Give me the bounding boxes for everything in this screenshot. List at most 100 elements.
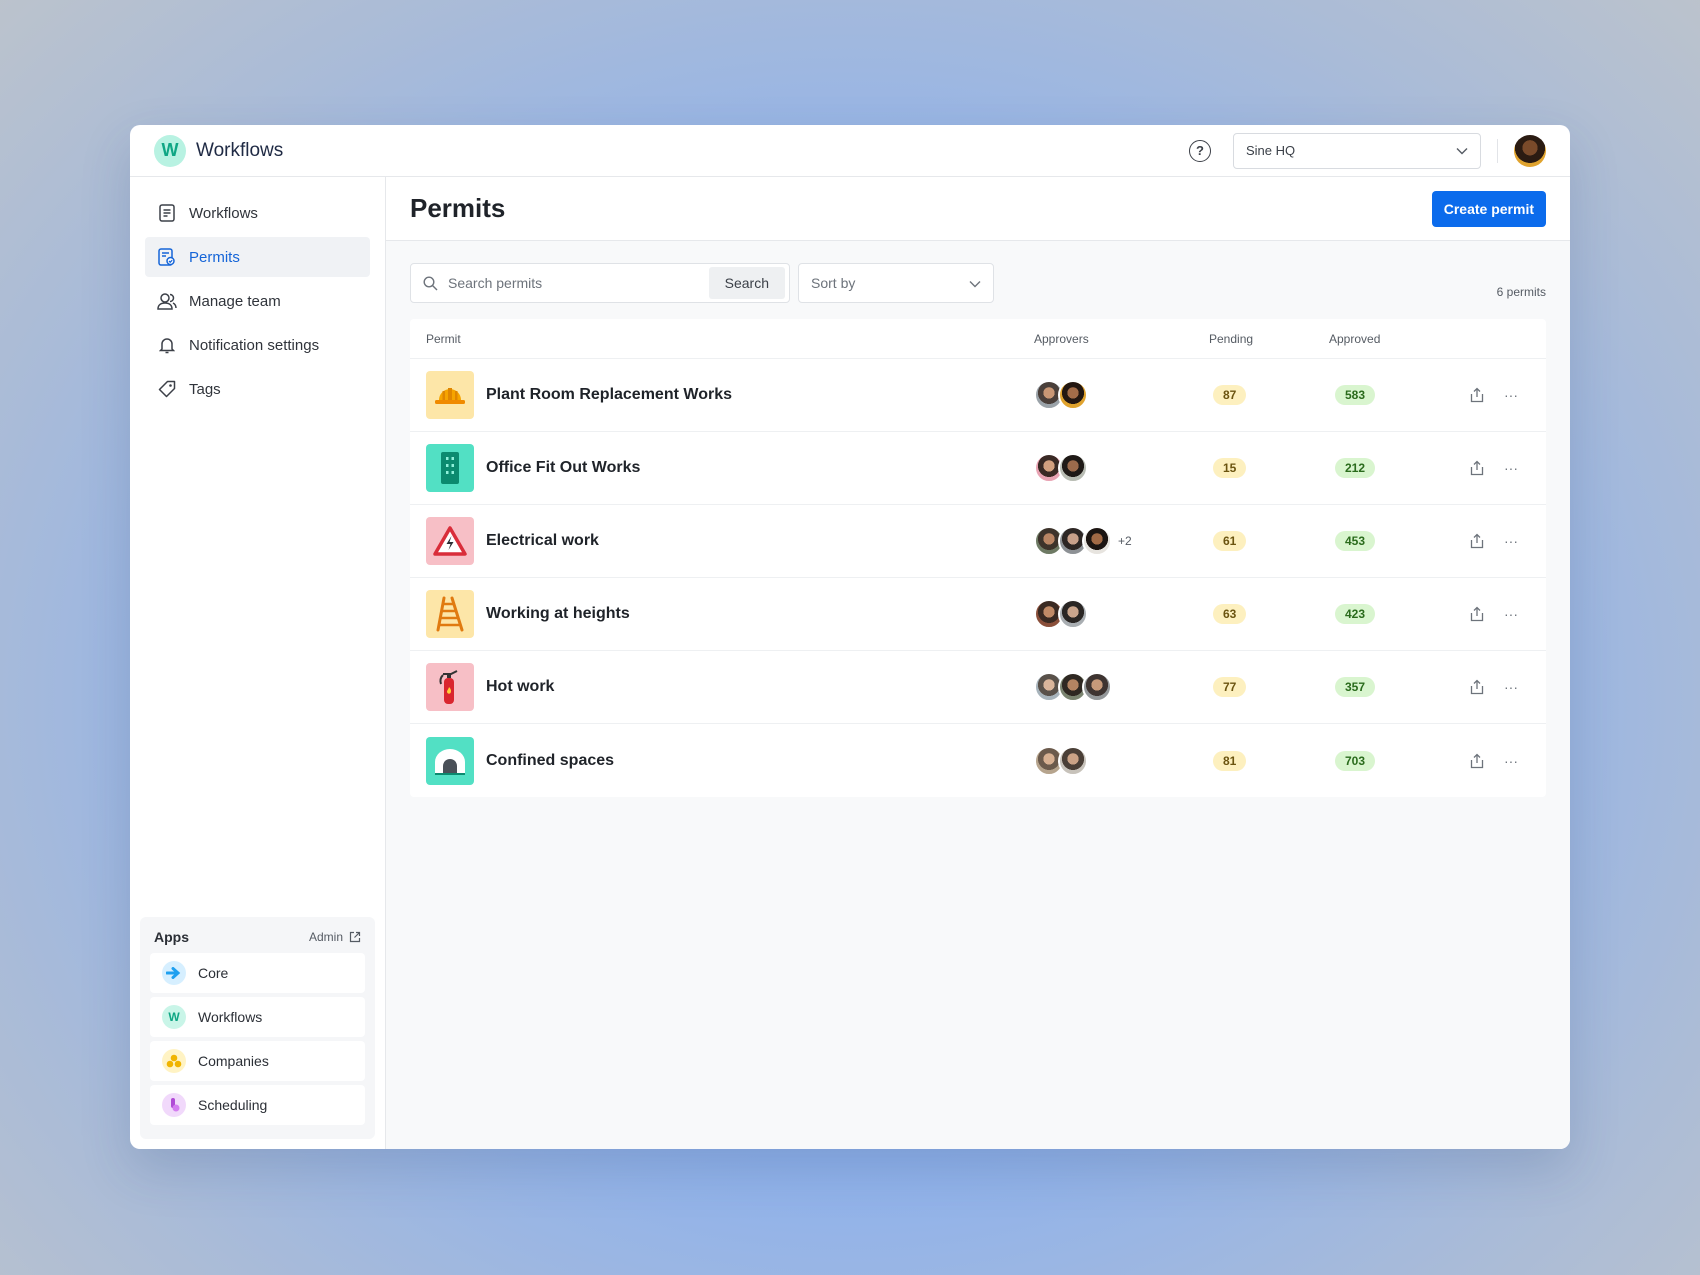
- sidebar-item-tags[interactable]: Tags: [145, 369, 370, 409]
- electrical-warning-icon: [426, 517, 474, 565]
- org-select-value: Sine HQ: [1246, 143, 1296, 158]
- create-permit-button[interactable]: Create permit: [1431, 190, 1546, 227]
- permit-icon: [157, 247, 177, 267]
- permit-name[interactable]: Working at heights: [486, 605, 630, 623]
- table-row[interactable]: Plant Room Replacement Works 87 583 ···: [410, 359, 1546, 432]
- permit-name[interactable]: Office Fit Out Works: [486, 459, 640, 477]
- approved-count-badge: 357: [1335, 677, 1376, 697]
- permit-name[interactable]: Hot work: [486, 678, 554, 696]
- permit-name[interactable]: Confined spaces: [486, 752, 614, 770]
- sidebar-item-permits[interactable]: Permits: [145, 237, 370, 277]
- more-options-icon[interactable]: ···: [1504, 753, 1518, 769]
- app-item-workflows[interactable]: W Workflows: [150, 997, 365, 1037]
- search-button[interactable]: Search: [708, 267, 785, 299]
- approvers-group[interactable]: [1034, 599, 1209, 629]
- column-header-approved: Approved: [1329, 331, 1381, 346]
- tunnel-icon: [426, 736, 474, 785]
- sidebar-item-notification-settings[interactable]: Notification settings: [145, 325, 370, 365]
- permit-count: 6 permits: [1496, 285, 1546, 299]
- permit-name[interactable]: Plant Room Replacement Works: [486, 386, 732, 404]
- share-icon[interactable]: [1470, 753, 1484, 769]
- filter-bar: Search Sort by 6 permits: [386, 241, 1570, 303]
- core-app-icon: [162, 961, 186, 985]
- search-input[interactable]: [448, 275, 709, 291]
- pending-count-badge: 87: [1213, 385, 1247, 405]
- pending-count-badge: 81: [1213, 750, 1247, 771]
- sort-select-placeholder: Sort by: [811, 275, 856, 291]
- sidebar-item-label: Notification settings: [189, 336, 320, 354]
- pending-count-badge: 63: [1213, 604, 1247, 624]
- share-icon[interactable]: [1470, 606, 1484, 622]
- avatar: [1082, 526, 1112, 556]
- app-item-core[interactable]: Core: [150, 953, 365, 993]
- brand-name: Workflows: [196, 139, 284, 161]
- table-row[interactable]: Working at heights 63 423 ···: [410, 578, 1546, 651]
- sidebar-item-label: Tags: [189, 380, 221, 398]
- fire-extinguisher-icon: [426, 663, 474, 711]
- help-icon[interactable]: ?: [1189, 139, 1211, 162]
- share-icon[interactable]: [1470, 460, 1484, 476]
- avatar: [1082, 672, 1112, 702]
- share-icon[interactable]: [1470, 533, 1484, 549]
- external-link-icon: [349, 931, 361, 943]
- column-header-permit: Permit: [426, 331, 461, 346]
- ladder-icon: [426, 590, 474, 638]
- sidebar-item-label: Manage team: [189, 292, 281, 310]
- share-icon[interactable]: [1470, 387, 1484, 403]
- hard-hat-icon: [426, 371, 474, 419]
- column-header-pending: Pending: [1209, 331, 1254, 346]
- approvers-group[interactable]: +2: [1034, 526, 1209, 556]
- more-options-icon[interactable]: ···: [1504, 606, 1518, 622]
- avatar: [1058, 745, 1088, 776]
- app-item-scheduling[interactable]: Scheduling: [150, 1085, 365, 1125]
- permit-name[interactable]: Electrical work: [486, 532, 599, 550]
- table-row[interactable]: Electrical work +2 61 453 ···: [410, 505, 1546, 578]
- building-icon: [426, 444, 474, 492]
- approvers-group[interactable]: [1034, 672, 1209, 702]
- table-header: Permit Approvers Pending Approved: [410, 319, 1546, 359]
- sidebar-item-manage-team[interactable]: Manage team: [145, 281, 370, 321]
- admin-link-label: Admin: [308, 930, 343, 944]
- share-icon[interactable]: [1470, 679, 1484, 695]
- app-item-label: Companies: [198, 1053, 269, 1069]
- approved-count-badge: 583: [1335, 385, 1376, 405]
- more-options-icon[interactable]: ···: [1504, 387, 1518, 403]
- table-row[interactable]: Office Fit Out Works 15 212 ···: [410, 432, 1546, 505]
- sidebar-item-workflows[interactable]: Workflows: [145, 193, 370, 233]
- more-options-icon[interactable]: ···: [1504, 679, 1518, 695]
- chevron-down-icon: [969, 275, 981, 291]
- scheduling-app-icon: [162, 1093, 186, 1117]
- pending-count-badge: 61: [1213, 531, 1247, 551]
- document-icon: [157, 203, 177, 223]
- brand[interactable]: W Workflows: [154, 134, 284, 167]
- more-options-icon[interactable]: ···: [1504, 533, 1518, 549]
- sort-select[interactable]: Sort by: [798, 263, 994, 303]
- app-item-label: Core: [198, 965, 229, 981]
- approvers-group[interactable]: [1034, 453, 1209, 483]
- tag-icon: [157, 379, 177, 399]
- team-icon: [157, 291, 177, 311]
- approved-count-badge: 423: [1335, 604, 1376, 624]
- apps-panel: Apps Admin Core W Workflows Companies Sc…: [140, 917, 375, 1139]
- approvers-group[interactable]: [1034, 380, 1209, 410]
- sidebar-item-label: Workflows: [189, 204, 258, 222]
- app-item-label: Workflows: [198, 1009, 263, 1025]
- table-row[interactable]: Confined spaces 81 703 ···: [410, 724, 1546, 797]
- app-item-label: Scheduling: [198, 1097, 268, 1113]
- workflows-logo-icon: W: [154, 134, 186, 167]
- user-avatar[interactable]: [1514, 134, 1546, 167]
- column-header-approvers: Approvers: [1034, 331, 1089, 346]
- org-select[interactable]: Sine HQ: [1233, 132, 1481, 169]
- avatar: [1058, 453, 1088, 483]
- approved-count-badge: 453: [1335, 531, 1376, 551]
- table-row[interactable]: Hot work 77 357 ···: [410, 651, 1546, 724]
- more-options-icon[interactable]: ···: [1504, 460, 1518, 476]
- apps-title: Apps: [154, 929, 189, 945]
- more-approvers-count: +2: [1118, 534, 1132, 548]
- approvers-group[interactable]: [1034, 745, 1209, 776]
- permits-table: Permit Approvers Pending Approved Plant …: [410, 319, 1546, 797]
- avatar: [1058, 380, 1088, 410]
- app-item-companies[interactable]: Companies: [150, 1041, 365, 1081]
- admin-link[interactable]: Admin: [309, 930, 361, 944]
- approved-count-badge: 703: [1335, 750, 1376, 771]
